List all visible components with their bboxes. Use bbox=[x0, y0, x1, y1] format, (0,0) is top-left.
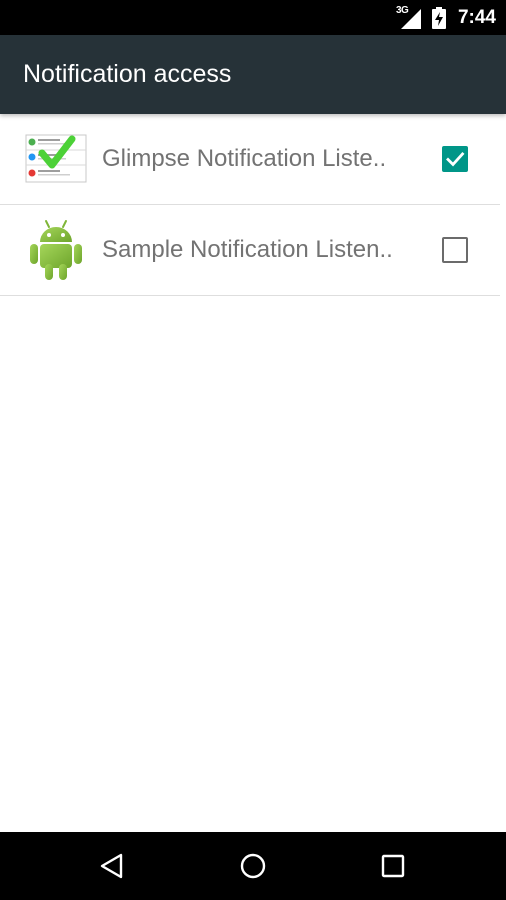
back-icon[interactable] bbox=[96, 850, 128, 882]
checkbox-checked[interactable] bbox=[442, 146, 468, 172]
list-item-sample[interactable]: Sample Notification Listen.. bbox=[0, 205, 500, 296]
listener-list: Glimpse Notification Liste.. Sample Noti… bbox=[0, 114, 506, 296]
list-item-label: Glimpse Notification Liste.. bbox=[102, 145, 387, 172]
glimpse-app-icon bbox=[25, 134, 87, 183]
status-icons: 3G 7:44 bbox=[396, 0, 496, 35]
clock: 7:44 bbox=[457, 6, 496, 28]
app-bar: Notification access bbox=[0, 35, 506, 114]
signal-icon bbox=[400, 8, 421, 29]
checkbox-unchecked[interactable] bbox=[442, 237, 468, 263]
recents-icon[interactable] bbox=[377, 850, 409, 882]
network-indicator: 3G bbox=[396, 5, 422, 29]
android-robot-icon bbox=[30, 220, 82, 280]
page-title: Notification access bbox=[23, 60, 232, 88]
navigation-bar bbox=[0, 832, 506, 900]
list-item-glimpse[interactable]: Glimpse Notification Liste.. bbox=[0, 114, 500, 205]
list-item-label: Sample Notification Listen.. bbox=[102, 236, 393, 263]
home-icon[interactable] bbox=[237, 850, 269, 882]
battery-charging-icon bbox=[431, 6, 446, 29]
status-bar: 3G 7:44 bbox=[0, 0, 506, 35]
check-icon bbox=[446, 152, 465, 167]
